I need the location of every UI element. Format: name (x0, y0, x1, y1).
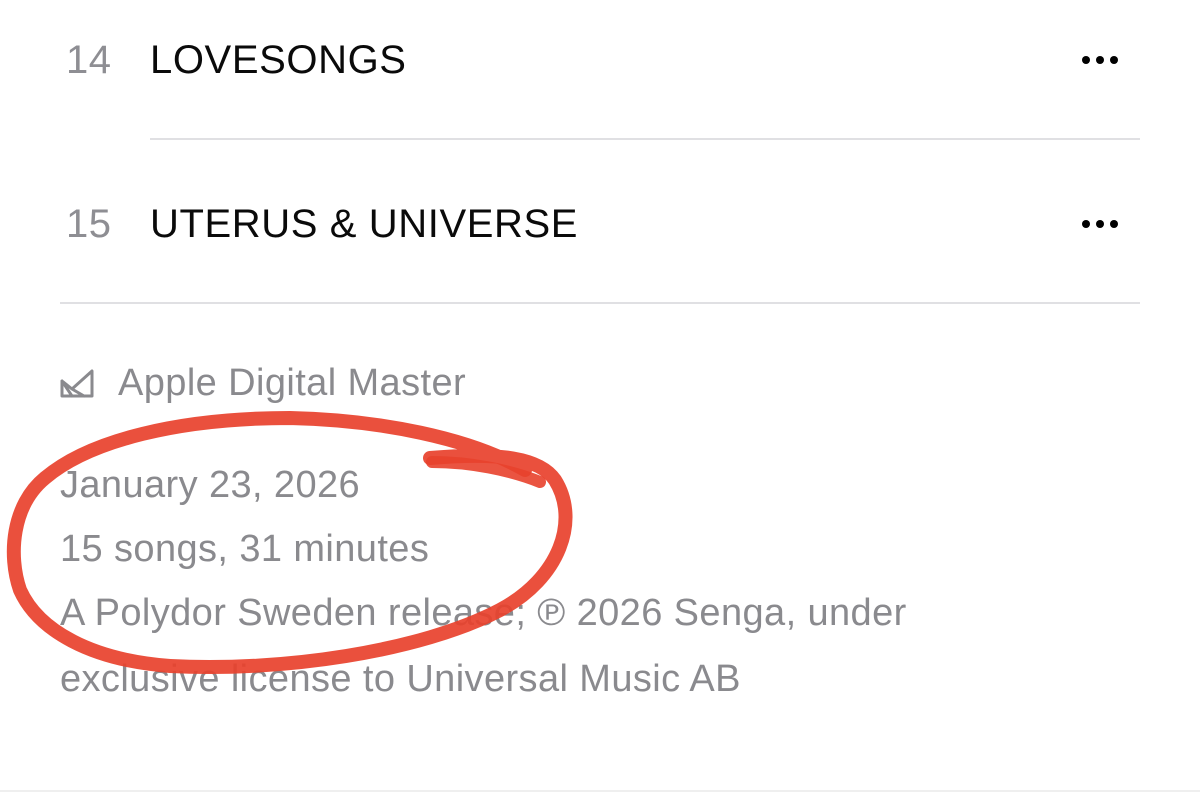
apple-digital-master-icon (60, 369, 94, 397)
more-dot (1082, 56, 1090, 64)
badge-label: Apple Digital Master (118, 362, 467, 404)
more-options-button[interactable] (1072, 40, 1128, 80)
more-dot (1096, 56, 1104, 64)
more-dot (1082, 220, 1090, 228)
track-title: UTERUS & UNIVERSE (150, 202, 579, 246)
more-options-button[interactable] (1072, 204, 1128, 244)
track-number: 14 (66, 38, 112, 82)
list-end-divider (60, 302, 1140, 304)
apple-digital-master-badge: Apple Digital Master (58, 362, 466, 405)
release-date: January 23, 2026 (60, 464, 361, 506)
copyright-line: A Polydor Sweden release; ℗ 2026 Senga, … (60, 592, 907, 634)
track-title: LOVESONGS (150, 38, 407, 82)
bottom-divider (0, 790, 1200, 792)
track-row[interactable]: 14 LOVESONGS (0, 0, 1200, 120)
track-row[interactable]: 15 UTERUS & UNIVERSE (0, 140, 1200, 260)
more-dot (1096, 220, 1104, 228)
more-dot (1110, 220, 1118, 228)
copyright-line: exclusive license to Universal Music AB (60, 658, 741, 700)
more-dot (1110, 56, 1118, 64)
track-number: 15 (66, 202, 112, 246)
song-summary: 15 songs, 31 minutes (60, 528, 430, 570)
